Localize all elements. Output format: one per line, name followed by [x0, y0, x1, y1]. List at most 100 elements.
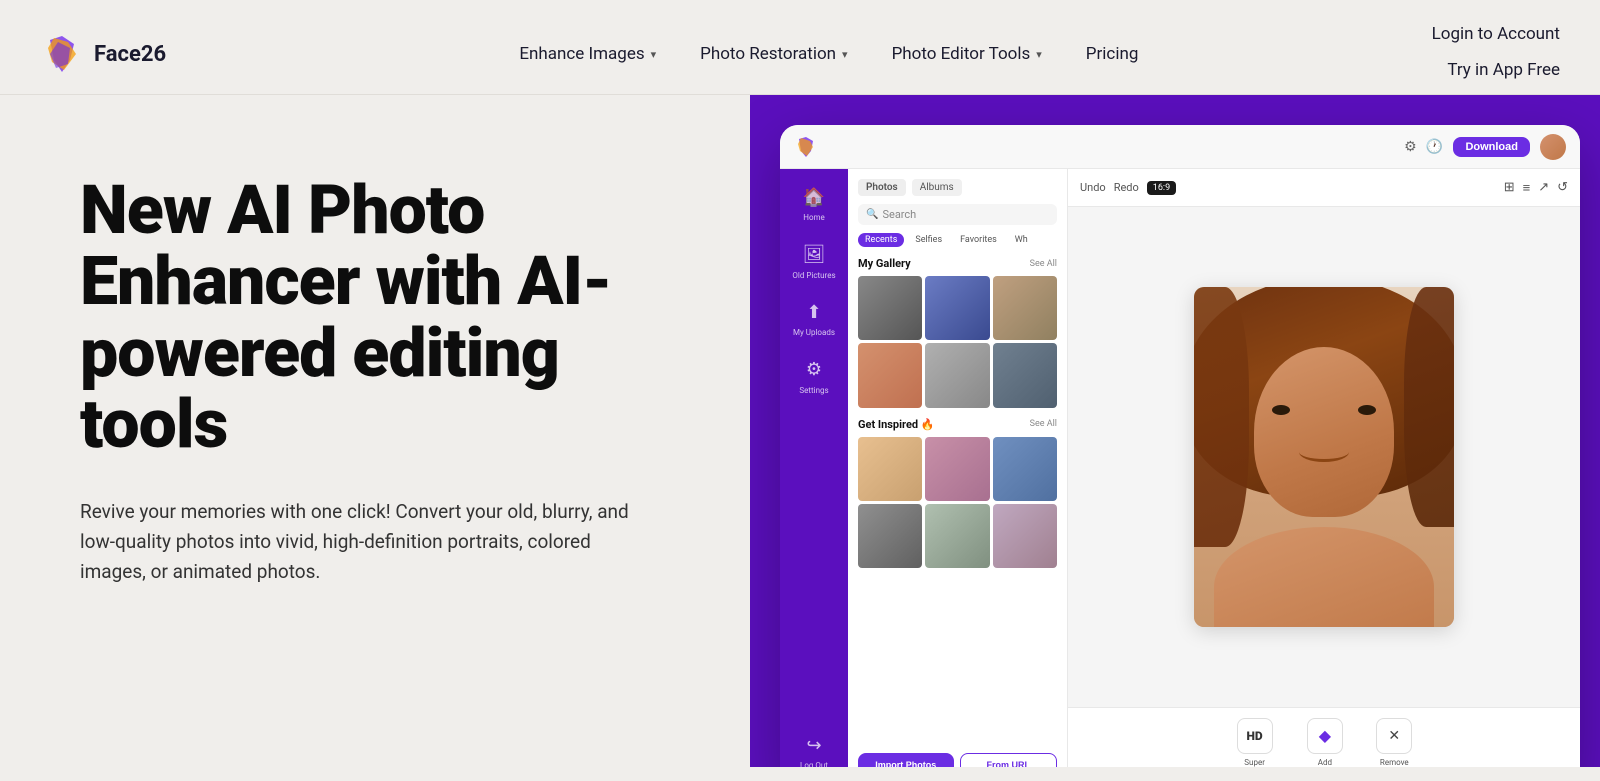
- try-in-app-link[interactable]: Try in App Free: [1447, 54, 1560, 94]
- login-link[interactable]: Login to Account: [1432, 14, 1560, 54]
- app-sidebar: 🏠 Home 🖼 Old Pictures ⬆ My Uploads ⚙ Set…: [780, 169, 848, 767]
- inspired-header: Get Inspired 🔥 See All: [858, 418, 1057, 431]
- nav-pricing[interactable]: Pricing: [1064, 30, 1161, 78]
- inspired-thumb[interactable]: [858, 504, 922, 568]
- gallery-thumb[interactable]: [858, 276, 922, 340]
- gallery-header: My Gallery See All: [858, 257, 1057, 270]
- gallery-thumb[interactable]: [993, 276, 1057, 340]
- app-topbar: ⚙ 🕐 Download: [780, 125, 1580, 169]
- logout-icon: ↪: [802, 733, 826, 757]
- from-url-button[interactable]: From URL: [960, 753, 1058, 767]
- filter-favorites[interactable]: Favorites: [953, 233, 1004, 247]
- filter-recents[interactable]: Recents: [858, 233, 904, 247]
- tab-photos[interactable]: Photos: [858, 179, 906, 196]
- old-pictures-icon: 🖼: [802, 243, 826, 267]
- search-bar[interactable]: 🔍 Search: [858, 204, 1057, 225]
- sidebar-item-home[interactable]: 🏠 Home: [802, 185, 826, 223]
- tab-albums[interactable]: Albums: [912, 179, 962, 196]
- gallery-thumb[interactable]: [858, 343, 922, 407]
- inspired-thumb[interactable]: [993, 504, 1057, 568]
- import-buttons: Import Photos From URL: [858, 753, 1057, 767]
- gallery-title: My Gallery: [858, 257, 911, 270]
- gallery-thumb[interactable]: [993, 343, 1057, 407]
- app-body: 🏠 Home 🖼 Old Pictures ⬆ My Uploads ⚙ Set…: [780, 169, 1580, 767]
- logo-area[interactable]: Face26: [40, 32, 166, 76]
- search-placeholder: Search: [882, 208, 916, 221]
- settings-icon: ⚙: [1401, 138, 1419, 156]
- search-icon: 🔍: [866, 209, 878, 220]
- filter-selfies[interactable]: Selfies: [908, 233, 949, 247]
- inspired-thumb[interactable]: [925, 504, 989, 568]
- share-icon[interactable]: ↗: [1538, 180, 1549, 196]
- main-content: New AI Photo Enhancer with AI-powered ed…: [0, 95, 1600, 767]
- gallery-see-all[interactable]: See All: [1030, 259, 1057, 269]
- portrait-face: [1194, 287, 1454, 627]
- gallery-thumb[interactable]: [925, 343, 989, 407]
- chevron-down-icon: ▾: [842, 48, 848, 61]
- sidebar-item-old-pictures[interactable]: 🖼 Old Pictures: [792, 243, 835, 281]
- hero-section: New AI Photo Enhancer with AI-powered ed…: [0, 95, 750, 767]
- remove-scratches-tool[interactable]: ✕ RemoveScratches: [1376, 718, 1412, 767]
- grid-icon[interactable]: ⊞: [1504, 180, 1515, 196]
- app-topbar-icons: ⚙ 🕐: [1401, 138, 1443, 156]
- editor-bottom-bar: HD SuperResolution ◆ AddColorization: [1068, 707, 1580, 767]
- layers-icon[interactable]: ≡: [1523, 180, 1531, 196]
- gear-icon: ⚙: [802, 358, 826, 382]
- chevron-down-icon: ▾: [651, 48, 657, 61]
- filter-tabs: Recents Selfies Favorites Wh: [858, 233, 1057, 247]
- ratio-badge: 16:9: [1147, 181, 1176, 195]
- super-resolution-label: SuperResolution: [1236, 758, 1274, 767]
- editor-canvas: [1068, 207, 1580, 707]
- super-resolution-tool[interactable]: HD SuperResolution: [1236, 718, 1274, 767]
- colorization-label: AddColorization: [1303, 758, 1346, 767]
- hero-app-preview: ⚙ 🕐 Download 🏠 Home 🖼 Old Pictures: [750, 95, 1600, 767]
- sidebar-item-logout[interactable]: ↪ Log Out: [800, 733, 828, 767]
- editor-panel: Undo Redo 16:9 ⊞ ≡ ↗ ↺: [1068, 169, 1580, 767]
- hero-subtitle: Revive your memories with one click! Con…: [80, 497, 660, 588]
- remove-scratches-label: RemoveScratches: [1377, 758, 1412, 767]
- inspired-see-all[interactable]: See All: [1030, 419, 1057, 429]
- sidebar-item-my-uploads[interactable]: ⬆ My Uploads: [793, 300, 835, 338]
- undo-label[interactable]: Undo: [1080, 181, 1106, 194]
- inspired-thumb[interactable]: [858, 437, 922, 501]
- header: Face26 Enhance Images ▾ Photo Restoratio…: [0, 0, 1600, 95]
- nav-photo-editor-tools[interactable]: Photo Editor Tools ▾: [870, 30, 1064, 78]
- download-button[interactable]: Download: [1453, 137, 1530, 157]
- nav-enhance-images[interactable]: Enhance Images ▾: [497, 30, 678, 78]
- filter-other[interactable]: Wh: [1008, 233, 1035, 247]
- colorization-tool[interactable]: ◆ AddColorization: [1303, 718, 1346, 767]
- hd-icon: HD: [1237, 718, 1273, 754]
- main-nav: Enhance Images ▾ Photo Restoration ▾ Pho…: [226, 30, 1432, 78]
- header-right: Login to Account Try in App Free: [1432, 14, 1560, 94]
- colorization-icon: ◆: [1307, 718, 1343, 754]
- inspired-thumb[interactable]: [993, 437, 1057, 501]
- app-main-panel: Photos Albums 🔍 Search Recents Selfies F…: [848, 169, 1580, 767]
- hero-title: New AI Photo Enhancer with AI-powered ed…: [80, 175, 690, 461]
- user-avatar: [1540, 134, 1566, 160]
- photos-albums-tabs: Photos Albums: [858, 179, 1057, 196]
- remove-scratches-icon: ✕: [1376, 718, 1412, 754]
- gallery-grid: [858, 276, 1057, 408]
- gallery-thumb[interactable]: [925, 276, 989, 340]
- inspired-thumb[interactable]: [925, 437, 989, 501]
- editor-toolbar-icons: ⊞ ≡ ↗ ↺: [1504, 180, 1568, 196]
- import-photos-button[interactable]: Import Photos: [858, 753, 954, 767]
- uploads-icon: ⬆: [802, 300, 826, 324]
- sidebar-item-settings[interactable]: ⚙ Settings: [799, 358, 828, 396]
- face26-logo-icon: [40, 32, 84, 76]
- undo-redo-controls: Undo Redo 16:9: [1080, 181, 1176, 195]
- app-window: ⚙ 🕐 Download 🏠 Home 🖼 Old Pictures: [780, 125, 1580, 767]
- home-icon: 🏠: [802, 185, 826, 209]
- inspired-title: Get Inspired 🔥: [858, 418, 935, 431]
- nav-photo-restoration[interactable]: Photo Restoration ▾: [678, 30, 869, 78]
- clock-icon: 🕐: [1425, 138, 1443, 156]
- undo-icon[interactable]: ↺: [1557, 180, 1568, 196]
- editor-toolbar: Undo Redo 16:9 ⊞ ≡ ↗ ↺: [1068, 169, 1580, 207]
- brand-name: Face26: [94, 42, 166, 67]
- photos-panel: Photos Albums 🔍 Search Recents Selfies F…: [848, 169, 1068, 767]
- inspired-grid: [858, 437, 1057, 569]
- portrait-image: [1194, 287, 1454, 627]
- chevron-down-icon: ▾: [1036, 48, 1042, 61]
- app-logo-small-icon: [794, 135, 818, 159]
- redo-label[interactable]: Redo: [1114, 181, 1139, 194]
